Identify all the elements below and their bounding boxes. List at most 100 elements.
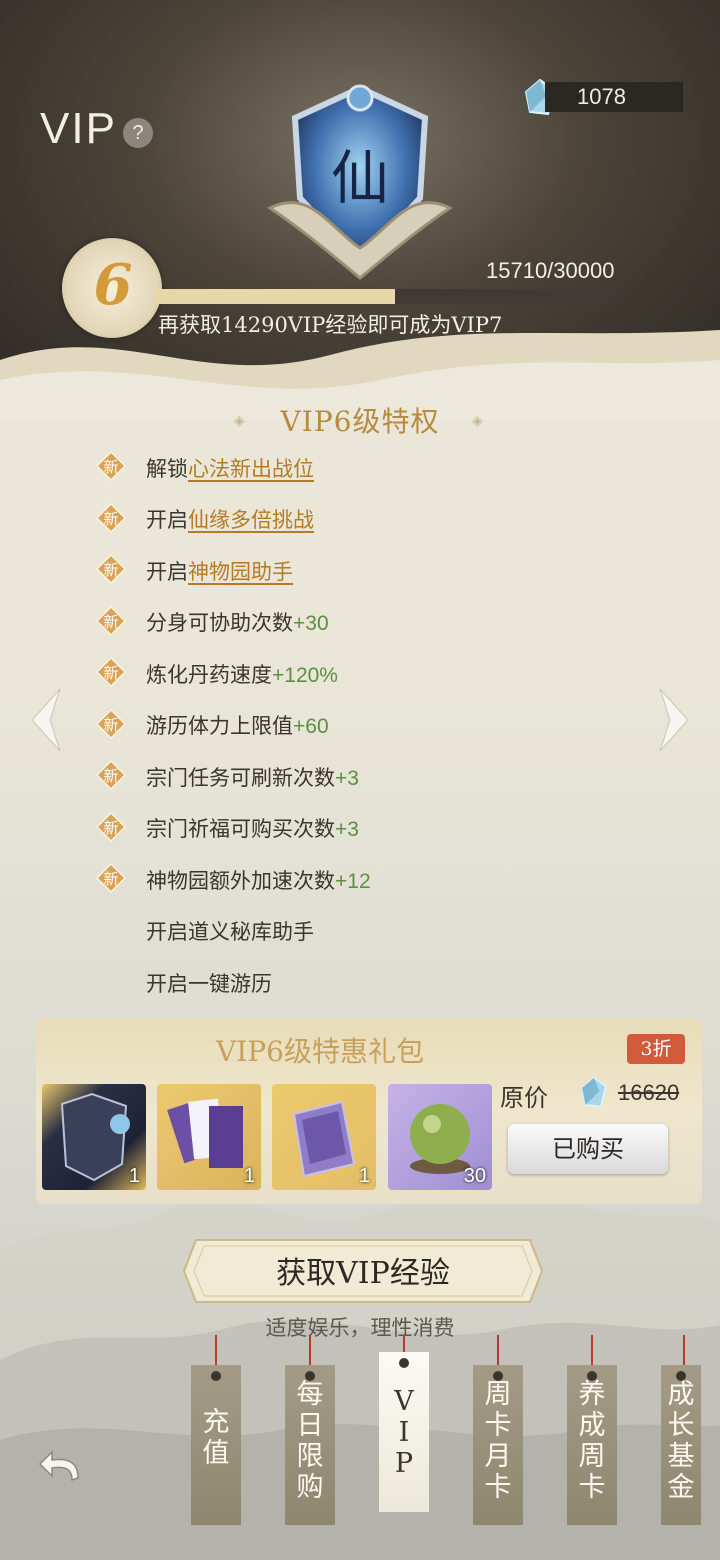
privilege-bonus: +60 <box>293 715 329 739</box>
new-badge-label: 新 <box>103 870 118 888</box>
new-badge-label: 新 <box>103 716 118 734</box>
privilege-prefix: 神物园额外加速次数 <box>146 868 335 893</box>
original-price: 16620 <box>618 1080 680 1105</box>
privilege-item: 新 宗门祈福可购买次数+3 <box>96 803 656 855</box>
tab-label: 每日限购 <box>296 1379 324 1503</box>
privilege-text: 神物园额外加速次数+12 <box>146 865 371 895</box>
item-count: 1 <box>358 1165 370 1187</box>
tag-hole <box>211 1371 221 1381</box>
new-badge-icon: 新 <box>96 502 126 533</box>
privilege-item: 开启道义秘库助手 <box>96 906 656 958</box>
privilege-text: 开启仙缘多倍挑战 <box>146 504 314 534</box>
new-badge-icon: 新 <box>96 708 126 739</box>
gem-balance: 1078 <box>545 82 683 112</box>
back-arrow-icon[interactable] <box>38 1448 88 1488</box>
privileges-list: 新解锁心法新出战位新开启仙缘多倍挑战新开启神物园助手新分身可协助次数+30 新炼化… <box>96 442 656 1009</box>
gift-item-book[interactable]: 1 <box>272 1084 376 1190</box>
new-badge-label: 新 <box>103 510 118 528</box>
tab-recharge[interactable]: 充值 <box>191 1365 241 1525</box>
privilege-item: 新 解锁心法新出战位 <box>96 442 656 494</box>
privileges-title: VIP6级特权 <box>280 405 440 438</box>
exp-progress-bar <box>154 289 614 304</box>
privilege-text: 宗门任务可刷新次数+3 <box>146 762 359 792</box>
new-badge-icon: 新 <box>96 811 126 842</box>
new-badge-icon: 新 <box>96 554 126 584</box>
tab-label: 养成周卡 <box>578 1379 606 1503</box>
tab-weekly-monthly-card[interactable]: 周卡月卡 <box>473 1365 523 1525</box>
privilege-prefix: 开启道义秘库助手 <box>146 920 314 945</box>
item-count: 1 <box>128 1165 140 1187</box>
help-icon[interactable]: ? <box>123 118 153 148</box>
new-badge-icon: 新 <box>96 605 126 636</box>
exp-progress-fill <box>154 289 396 304</box>
privilege-bonus: +120% <box>272 663 338 687</box>
privilege-prefix: 宗门任务可刷新次数 <box>146 765 335 790</box>
privilege-prefix: 游历体力上限值 <box>146 714 293 739</box>
new-badge-label: 新 <box>103 767 118 785</box>
gift-pack-title: VIP6级特惠礼包 <box>216 1035 424 1068</box>
tag-hole <box>676 1371 686 1381</box>
next-level-arrow-icon[interactable] <box>654 685 694 755</box>
tab-label: 周卡月卡 <box>484 1379 512 1503</box>
gem-icon <box>581 1076 607 1108</box>
gem-count: 1078 <box>577 84 626 109</box>
discount-badge: 3折 <box>627 1034 685 1064</box>
new-badge-label: 新 <box>103 819 118 837</box>
gift-item-orb[interactable]: 30 <box>388 1084 492 1190</box>
vip-emblem-icon: 仙 <box>267 84 453 280</box>
privilege-text: 开启一键游历 <box>146 968 272 998</box>
new-badge-label: 新 <box>103 664 118 682</box>
privilege-text: 游历体力上限值+60 <box>146 710 329 740</box>
tab-growth-fund[interactable]: 成长基金 <box>661 1365 701 1525</box>
get-exp-button-label[interactable]: 获取VIP经验 <box>182 1248 544 1292</box>
vip-level-number: 6 <box>93 252 133 318</box>
privilege-prefix: 解锁 <box>146 456 188 481</box>
privilege-bonus: +12 <box>335 869 371 893</box>
privilege-text: 解锁心法新出战位 <box>146 453 314 483</box>
privilege-item: 新 开启神物园助手 <box>96 545 656 597</box>
new-badge-icon: 新 <box>96 863 126 893</box>
new-badge-label: 新 <box>103 458 118 476</box>
privilege-link[interactable]: 心法新出战位 <box>188 457 314 481</box>
tab-label: 充值 <box>202 1407 230 1469</box>
tag-hole <box>493 1371 503 1381</box>
moderation-notice: 适度娱乐，理性消费 <box>265 1316 455 1340</box>
purchased-button[interactable]: 已购买 <box>508 1124 668 1174</box>
tag-hole <box>587 1371 597 1381</box>
privilege-bonus: +3 <box>335 766 359 790</box>
privilege-link[interactable]: 神物园助手 <box>188 560 293 584</box>
privilege-item: 新 分身可协助次数+30 <box>96 597 656 649</box>
emblem-char: 仙 <box>331 144 389 212</box>
new-badge-label: 新 <box>103 561 118 579</box>
privilege-prefix: 炼化丹药速度 <box>146 662 272 687</box>
tab-label: 成长基金 <box>667 1379 695 1503</box>
tab-vip[interactable]: VIP <box>379 1352 429 1512</box>
new-badge-icon: 新 <box>96 451 126 481</box>
tab-growth-weekly-card[interactable]: 养成周卡 <box>567 1365 617 1525</box>
privilege-bonus: +30 <box>293 612 329 636</box>
gift-item-scrolls[interactable]: 1 <box>157 1084 261 1190</box>
privilege-bonus: +3 <box>335 818 359 842</box>
privilege-text: 宗门祈福可购买次数+3 <box>146 813 359 843</box>
privilege-item: 新 宗门任务可刷新次数+3 <box>96 751 656 803</box>
privilege-prefix: 开启 <box>146 559 188 584</box>
privilege-text: 开启神物园助手 <box>146 556 293 586</box>
privilege-item: 新 游历体力上限值+60 <box>96 700 656 752</box>
item-count: 1 <box>243 1165 255 1187</box>
privilege-item: 开启一键游历 <box>96 957 656 1009</box>
vip-title: VIP <box>40 104 117 153</box>
privilege-item: 新 神物园额外加速次数+12 <box>96 854 656 906</box>
privilege-prefix: 开启一键游历 <box>146 971 272 996</box>
original-price-label: 原价 <box>500 1084 548 1112</box>
tab-label: VIP <box>394 1386 414 1479</box>
new-badge-icon: 新 <box>96 657 126 687</box>
privilege-link[interactable]: 仙缘多倍挑战 <box>188 508 314 532</box>
prev-level-arrow-icon[interactable] <box>26 685 66 755</box>
privilege-item: 新 炼化丹药速度+120% <box>96 648 656 700</box>
new-badge-label: 新 <box>103 613 118 631</box>
exp-hint: 再获取14290VIP经验即可成为VIP7 <box>158 313 503 337</box>
tag-hole <box>399 1358 409 1368</box>
gift-item-armor[interactable]: 1 <box>42 1084 146 1190</box>
tab-daily-limited[interactable]: 每日限购 <box>285 1365 335 1525</box>
new-badge-icon: 新 <box>96 760 126 790</box>
